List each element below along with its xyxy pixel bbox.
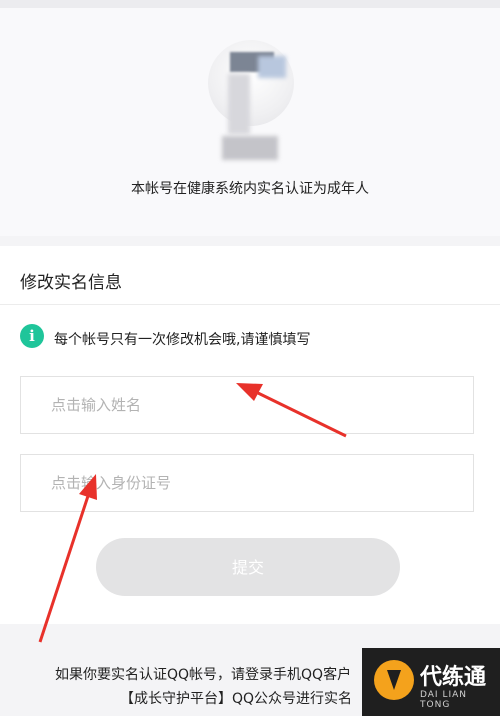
annotation-arrows	[38, 383, 347, 643]
watermark-title: 代练通	[420, 665, 487, 690]
watermark-subtitle: DAI LIAN TONG	[420, 690, 468, 710]
red-arrow-lower	[38, 474, 97, 643]
watermark-logo-mark-icon	[387, 670, 401, 690]
red-arrow-upper	[236, 383, 347, 438]
